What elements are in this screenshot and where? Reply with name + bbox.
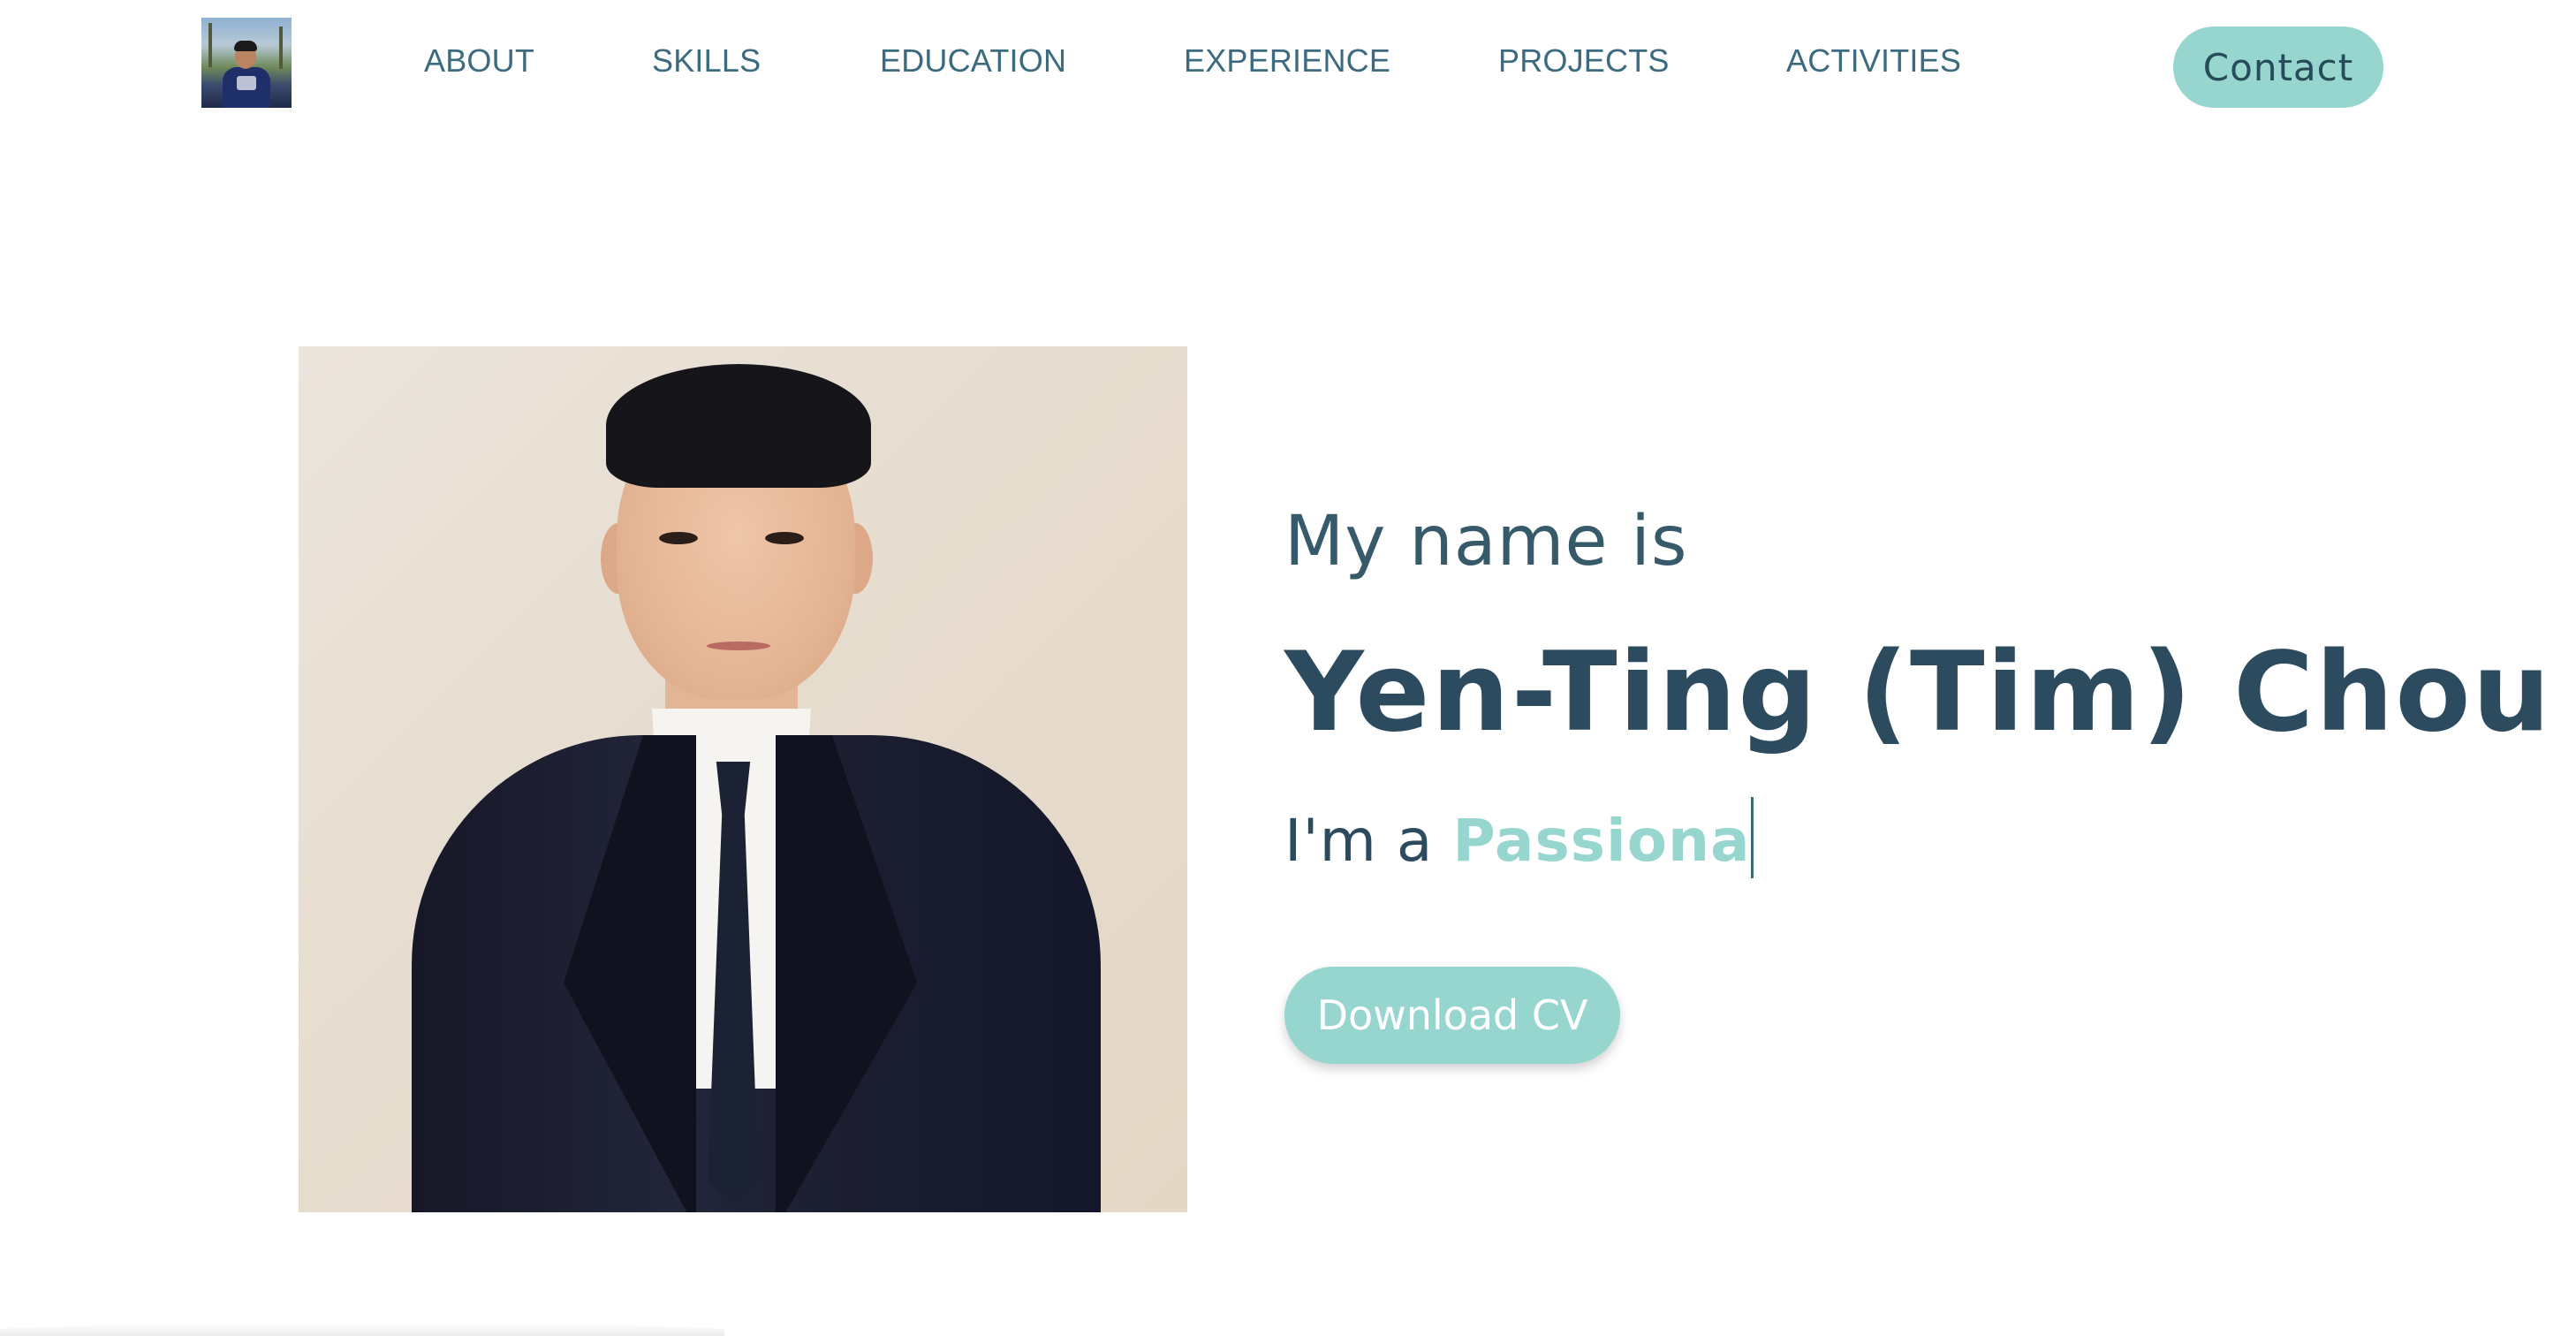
profile-photo xyxy=(299,346,1187,1212)
site-header: ABOUT SKILLS EDUCATION EXPERIENCE PROJEC… xyxy=(0,0,2576,133)
download-cv-button[interactable]: Download CV xyxy=(1284,967,1620,1064)
photo-detail xyxy=(659,532,698,544)
role-typed-text: Passiona xyxy=(1452,807,1751,875)
hero-name: Yen-Ting (Tim) Chou xyxy=(1284,629,2552,756)
logo-photo-detail xyxy=(208,23,212,67)
avatar-logo[interactable] xyxy=(201,18,292,108)
nav-link-experience[interactable]: EXPERIENCE xyxy=(1184,42,1390,80)
nav-link-skills[interactable]: SKILLS xyxy=(652,42,761,80)
nav-link-projects[interactable]: PROJECTS xyxy=(1498,42,1670,80)
nav-link-about[interactable]: ABOUT xyxy=(424,42,534,80)
intro-prefix: My name is xyxy=(1284,502,1688,581)
role-prefix: I'm a xyxy=(1284,807,1453,875)
contact-button[interactable]: Contact xyxy=(2173,27,2383,108)
nav-link-activities[interactable]: ACTIVITIES xyxy=(1786,42,1961,80)
photo-detail xyxy=(606,364,871,488)
photo-detail xyxy=(707,641,770,650)
logo-photo-detail xyxy=(234,41,257,51)
hero-role-line: I'm a Passiona xyxy=(1284,797,1754,878)
logo-photo-detail xyxy=(237,76,256,90)
photo-detail xyxy=(765,532,804,544)
typing-cursor xyxy=(1750,797,1754,878)
nav-link-education[interactable]: EDUCATION xyxy=(880,42,1066,80)
logo-photo-detail xyxy=(279,27,283,69)
section-divider-shadow xyxy=(0,1324,724,1336)
